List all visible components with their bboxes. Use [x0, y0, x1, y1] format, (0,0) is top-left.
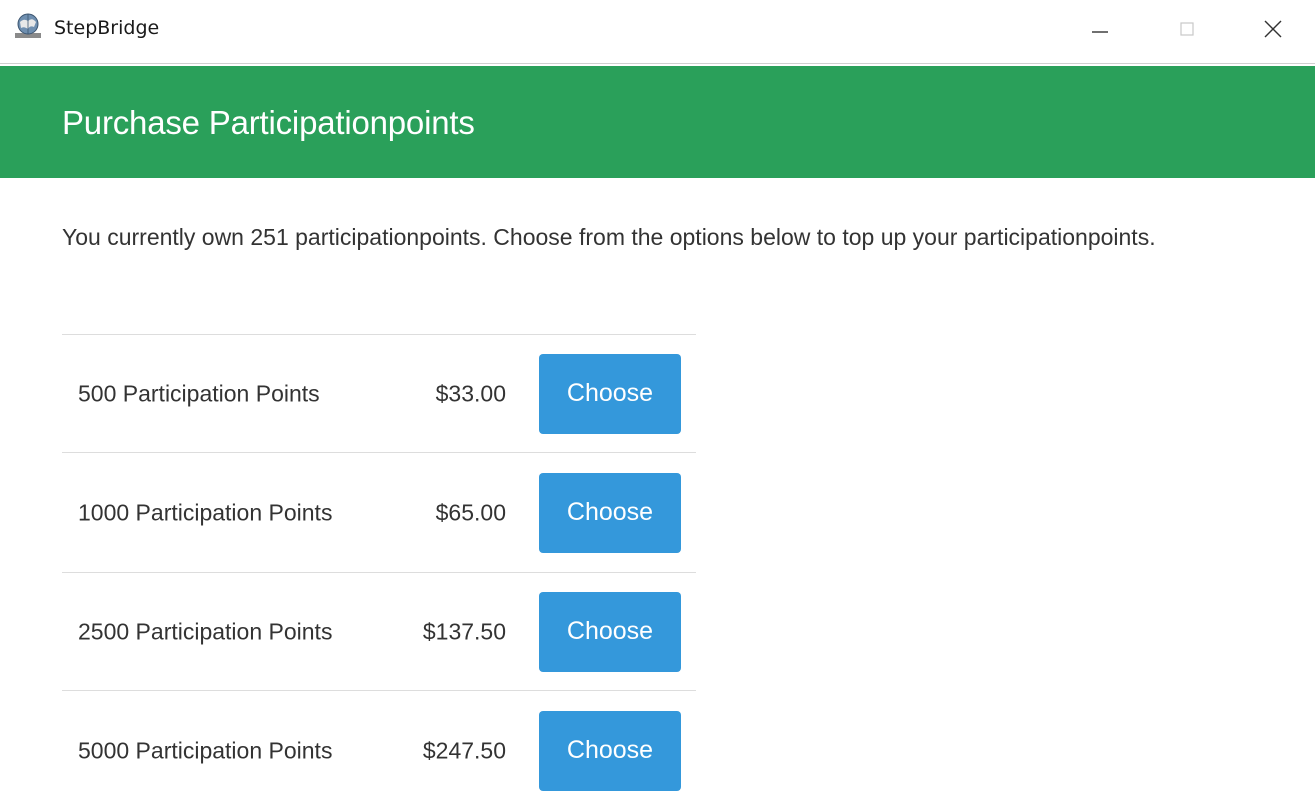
choose-button-5000[interactable]: Choose — [539, 710, 681, 791]
minimize-icon — [1090, 19, 1110, 44]
maximize-icon — [1177, 19, 1197, 44]
page-header: Purchase Participationpoints — [0, 66, 1315, 178]
choose-button-1000[interactable]: Choose — [539, 472, 681, 553]
choose-button-500[interactable]: Choose — [539, 353, 681, 434]
page-title: Purchase Participationpoints — [62, 104, 475, 141]
maximize-button[interactable] — [1142, 0, 1232, 62]
option-label: 500 Participation Points — [78, 380, 320, 406]
option-label: 1000 Participation Points — [78, 499, 333, 525]
close-icon — [1262, 18, 1284, 45]
option-price: $65.00 — [435, 499, 506, 525]
purchase-option-row: 1000 Participation Points $65.00 Choose — [62, 452, 696, 572]
points-balance-text: You currently own 251 participationpoint… — [62, 224, 1156, 250]
window-title: StepBridge — [54, 17, 160, 39]
purchase-option-row: 2500 Participation Points $137.50 Choose — [62, 572, 696, 690]
stepbridge-globe-icon — [14, 12, 42, 40]
title-bar[interactable]: StepBridge — [0, 0, 1315, 64]
purchase-options-list: 500 Participation Points $33.00 Choose 1… — [62, 334, 696, 798]
close-button[interactable] — [1228, 0, 1315, 62]
purchase-option-row: 500 Participation Points $33.00 Choose — [62, 334, 696, 452]
app-window: StepBridge Purchase Participationpoints … — [0, 0, 1315, 798]
option-label: 2500 Participation Points — [78, 618, 333, 644]
purchase-option-row: 5000 Participation Points $247.50 Choose — [62, 690, 696, 798]
minimize-button[interactable] — [1055, 0, 1145, 62]
option-label: 5000 Participation Points — [78, 737, 333, 763]
option-price: $33.00 — [435, 380, 506, 406]
option-price: $137.50 — [422, 618, 506, 644]
choose-button-2500[interactable]: Choose — [539, 591, 681, 672]
option-price: $247.50 — [422, 737, 506, 763]
